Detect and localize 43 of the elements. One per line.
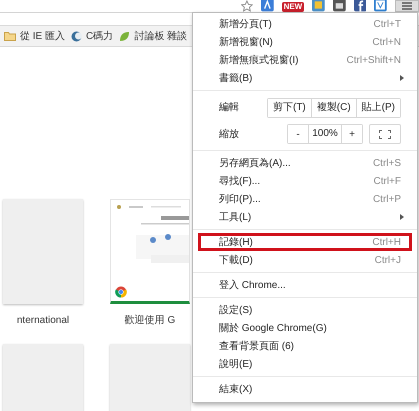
menu-item[interactable]: 另存網頁為(A)... Ctrl+S: [198, 154, 412, 172]
menu-item[interactable]: 尋找(F)... Ctrl+F: [198, 172, 412, 190]
fullscreen-icon: [379, 130, 391, 138]
bookmark[interactable]: 討論板 雜談: [119, 28, 188, 44]
menu-label: 縮放: [219, 128, 240, 142]
blank-thumbnail[interactable]: [3, 199, 83, 304]
submenu-arrow-icon: [400, 214, 404, 220]
extension-icon[interactable]: [332, 0, 346, 12]
menu-item[interactable]: 關於 Google Chrome(G): [198, 319, 412, 337]
menu-item[interactable]: 工具(L): [198, 208, 412, 226]
folder-icon: [4, 31, 16, 41]
edit-button[interactable]: 貼上(P): [356, 98, 400, 116]
tile-title: 歡迎使用 G: [124, 314, 176, 328]
menu-item[interactable]: 書籤(B): [198, 69, 412, 87]
menu-item[interactable]: 新增無痕式視窗(I) Ctrl+Shift+N: [198, 51, 412, 69]
crescent-icon: [71, 30, 82, 42]
submenu-arrow-icon: [400, 75, 404, 81]
bookmark[interactable]: C碼力: [71, 28, 114, 44]
menu-item[interactable]: 說明(E): [198, 355, 412, 373]
star-icon[interactable]: [241, 0, 253, 12]
chrome-logo-icon: [115, 286, 127, 298]
menu-item[interactable]: 查看背景頁面 (6): [198, 337, 412, 355]
extension-icon[interactable]: [312, 0, 325, 12]
translate-icon[interactable]: [260, 0, 274, 12]
menu-item[interactable]: 新增分頁(T) Ctrl+T: [198, 15, 412, 33]
fullscreen-button[interactable]: [369, 124, 401, 144]
tile-title: nternational: [16, 314, 70, 328]
menu-item[interactable]: 列印(P)... Ctrl+P: [198, 190, 412, 208]
new-badge[interactable]: NEW: [282, 2, 304, 12]
menu-item[interactable]: 下載(D) Ctrl+J: [198, 251, 412, 269]
menu-icon: [402, 2, 412, 10]
bookmark[interactable]: 從 IE 匯入: [4, 28, 66, 44]
menu-item[interactable]: 新增視窗(N) Ctrl+N: [198, 33, 412, 51]
facebook-icon[interactable]: [354, 0, 366, 12]
extension-icon[interactable]: [374, 0, 388, 12]
menu-label: 編輯: [219, 101, 240, 115]
menu-item[interactable]: 結束(X): [198, 380, 412, 398]
leaf-icon: [119, 30, 130, 42]
menu-item[interactable]: 登入 Chrome...: [198, 276, 412, 294]
menu-button[interactable]: [395, 0, 419, 12]
menu-item[interactable]: 記錄(H) Ctrl+H: [198, 233, 412, 251]
page-thumbnail[interactable]: [110, 199, 190, 304]
menu-item[interactable]: 設定(S): [198, 301, 412, 319]
